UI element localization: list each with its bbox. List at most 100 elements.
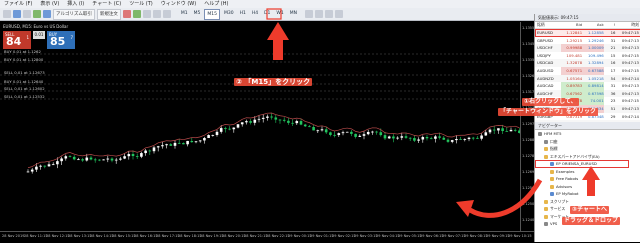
- candle-body: [282, 119, 286, 121]
- nav-item-label: サービス: [550, 206, 566, 211]
- candle-body: [316, 130, 320, 132]
- nav-item[interactable]: EP MyRobot: [535, 190, 640, 198]
- nav-item[interactable]: EP ORIENSA_EURUSD: [535, 160, 629, 168]
- cell-ask: 1.05218: [587, 75, 604, 81]
- column-header[interactable]: !: [604, 22, 616, 28]
- timeframe-m30[interactable]: M30: [222, 9, 236, 20]
- timeframe-bar: M1 M5 M15 M30 H1 H4 D1 W1 MN: [179, 8, 299, 20]
- folder-icon: [544, 214, 548, 219]
- column-header[interactable]: Ask: [582, 22, 604, 28]
- symbol-row-audnzd[interactable]: AUDNZD 1.05164 1.05218 54 09:47:14: [535, 74, 640, 83]
- timeframe-m1[interactable]: M1: [179, 9, 190, 20]
- cell-bid: 1.32878: [566, 60, 583, 66]
- candle-body: [324, 129, 328, 133]
- column-header[interactable]: 時刻: [615, 22, 640, 28]
- nav-item[interactable]: Examples: [535, 168, 640, 176]
- zoom-out-icon[interactable]: [152, 10, 161, 18]
- lot-size-field[interactable]: 0.01: [33, 31, 45, 39]
- chart-bars-icon[interactable]: [122, 10, 131, 18]
- timeframe-w1[interactable]: W1: [274, 9, 285, 20]
- shapes-tool-icon[interactable]: [334, 10, 343, 18]
- line-tool-icon[interactable]: [314, 10, 323, 18]
- candle-body: [253, 119, 257, 123]
- timeframe-mn[interactable]: MN: [288, 9, 299, 20]
- symbol-row-gbpusd[interactable]: GBPUSD 1.29215 1.29246 31 09:47:13: [535, 37, 640, 45]
- algo-trading-button[interactable]: アルゴリズム取引: [53, 8, 95, 20]
- candle-body: [408, 137, 412, 139]
- time-tick: 28 Nov 15:15: [112, 234, 136, 238]
- symbol-row-eurusd[interactable]: EURUSD 1.12841 1.12858 16 09:47:15: [535, 29, 640, 37]
- symbol-row-usdcad[interactable]: USDCAD 1.32878 1.32894 16 09:47:13: [535, 59, 640, 67]
- timeframe-m15[interactable]: M15: [204, 8, 220, 20]
- cell-ask: 0.67588: [582, 66, 604, 75]
- cell-time: 09:47:15: [621, 67, 639, 73]
- timeframe-m5[interactable]: M5: [192, 9, 203, 20]
- menu-item[interactable]: ウィンドウ (W): [157, 0, 200, 8]
- nav-item[interactable]: 指標: [535, 145, 640, 153]
- text-tool-icon[interactable]: [324, 10, 333, 18]
- candle-body: [224, 128, 227, 129]
- menu-item[interactable]: ファイル (F): [0, 0, 36, 8]
- candle-body: [245, 121, 248, 123]
- navigator-icon[interactable]: [43, 10, 51, 18]
- cell-symbol: AUDCHF: [537, 90, 553, 96]
- timeframe-h1[interactable]: H1: [238, 9, 248, 20]
- buy-button[interactable]: BUY 85 7: [47, 31, 75, 49]
- candle-body: [165, 144, 168, 146]
- symbol-row-usdchf[interactable]: USDCHF 0.99988 1.00009 21 09:47:13: [535, 44, 640, 52]
- candle-body: [228, 128, 231, 130]
- menu-item[interactable]: 表示 (V): [36, 0, 63, 8]
- candle-body: [274, 117, 278, 120]
- menu-item[interactable]: ヘルプ (H): [200, 0, 232, 8]
- cell-spread: 15: [610, 52, 616, 58]
- menu-item[interactable]: ツール (T): [125, 0, 157, 8]
- candle-body: [362, 134, 366, 136]
- column-header[interactable]: 銘柄: [535, 22, 561, 28]
- symbol-row-audusd[interactable]: AUDUSD 0.67571 0.67588 17 09:47:15: [535, 66, 640, 75]
- column-header[interactable]: Bid: [561, 22, 582, 28]
- menu-item[interactable]: 挿入 (I): [63, 0, 88, 8]
- time-tick: 28 Nov 17:15: [156, 234, 180, 238]
- symbol-row-audcad[interactable]: AUDCAD 0.89783 0.89814 31 09:47:13: [535, 82, 640, 90]
- nav-item[interactable]: 口座: [535, 138, 640, 146]
- new-order-button[interactable]: 新規注文: [96, 8, 121, 20]
- symbol-row-audchf[interactable]: AUDCHF 0.67562 0.67598 36 09:47:13: [535, 89, 640, 98]
- sell-button[interactable]: SELL 84 1: [3, 31, 31, 49]
- nav-item[interactable]: HFM MT5: [535, 130, 640, 138]
- grid-icon[interactable]: [162, 10, 171, 18]
- zoom-in-icon[interactable]: [142, 10, 151, 18]
- folder-icon: [544, 199, 548, 204]
- candle-body: [291, 122, 294, 124]
- menu-item[interactable]: チャート (C): [88, 0, 125, 8]
- market-watch-icon[interactable]: [33, 10, 41, 18]
- buy-price: 85: [50, 35, 66, 48]
- candle-body: [161, 145, 164, 147]
- candle-body: [98, 159, 101, 161]
- cell-spread: 29: [610, 113, 616, 119]
- candle-body: [329, 132, 332, 135]
- nav-item-label: EP MyRobot: [556, 191, 579, 196]
- save-icon[interactable]: [23, 10, 31, 18]
- new-chart-icon[interactable]: [3, 10, 11, 18]
- nav-item[interactable]: スクリプト: [535, 198, 640, 206]
- chart-candles-icon[interactable]: [132, 10, 141, 18]
- nav-item[interactable]: エキスパートアドバイザ(EA): [535, 153, 640, 161]
- candle-body: [194, 141, 198, 143]
- nav-item[interactable]: Free Robots: [535, 175, 640, 183]
- cell-ask: 1.32894: [587, 60, 604, 66]
- symbol-row-usdjpy[interactable]: USDJPY 109.481 109.496 15 09:47:15: [535, 52, 640, 60]
- timeframe-d1[interactable]: D1: [262, 9, 272, 20]
- candle-body: [341, 132, 345, 134]
- chart-window[interactable]: EURUSD, M15: Euro vs US Dollar SELL 84 1…: [0, 22, 520, 231]
- candle-body: [249, 121, 252, 123]
- timeframe-h4[interactable]: H4: [250, 9, 260, 20]
- profiles-icon[interactable]: [13, 10, 21, 18]
- nav-item[interactable]: Advisors: [535, 183, 640, 191]
- cell-spread: 21: [610, 45, 616, 51]
- cell-bid: 0.99988: [560, 44, 583, 52]
- moving-average-line: [27, 112, 520, 169]
- candle-body: [123, 156, 126, 159]
- cell-bid: 1.29215: [566, 37, 583, 43]
- crosshair-icon[interactable]: [304, 10, 313, 18]
- cell-time: 09:47:15: [621, 30, 639, 35]
